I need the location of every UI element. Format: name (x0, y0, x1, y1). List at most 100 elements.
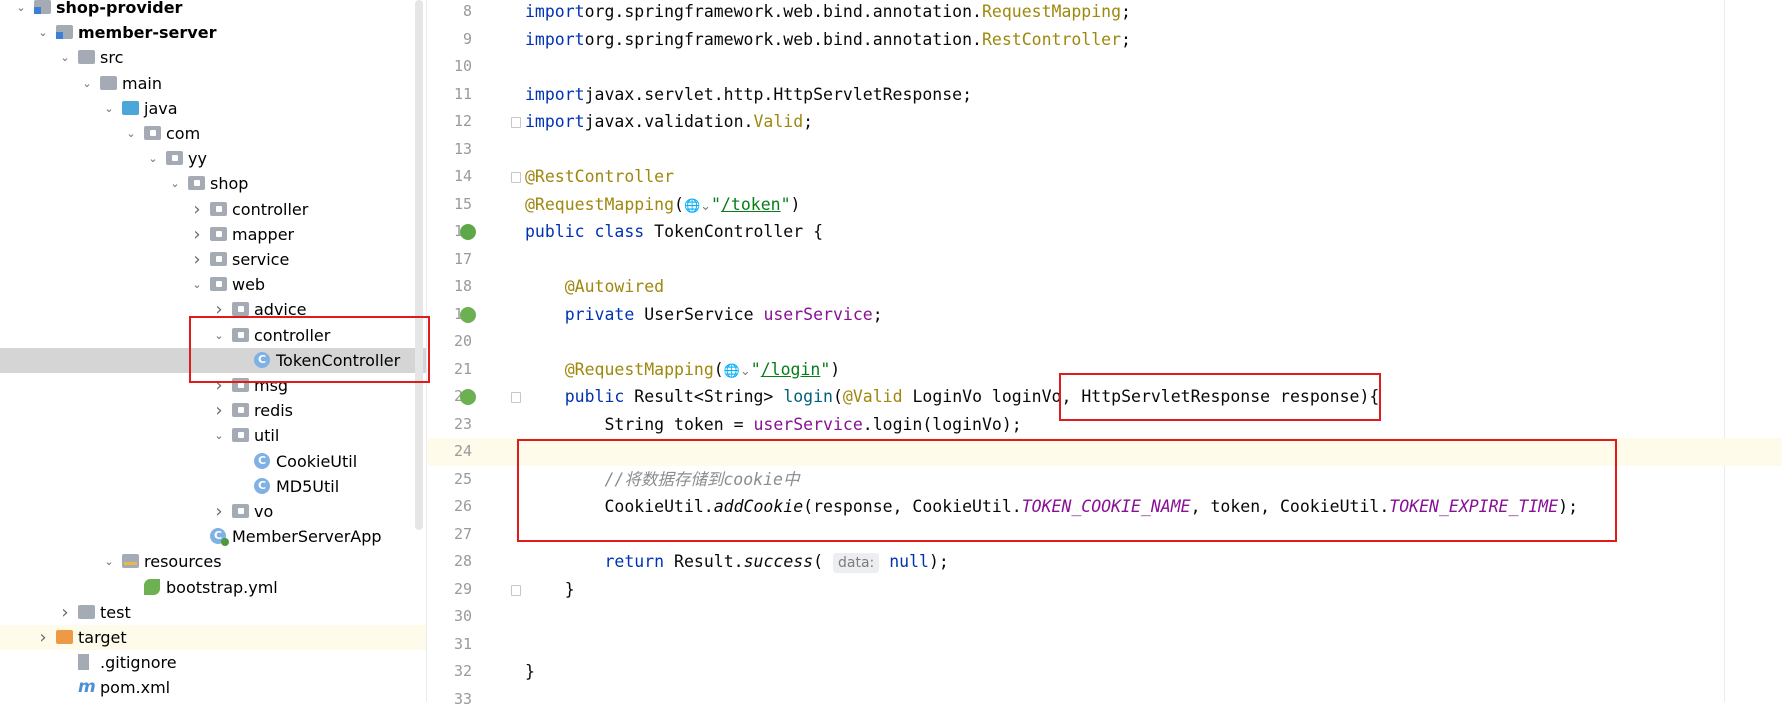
tree-item-label: com (166, 121, 200, 146)
tree-item-controller[interactable]: ›controller (0, 197, 426, 222)
code-line[interactable]: 8importorg.springframework.web.bind.anno… (427, 0, 1782, 26)
code-line[interactable]: 16public class TokenController { (427, 218, 1782, 246)
fold-marker-icon[interactable] (511, 585, 521, 596)
code-line[interactable]: 18 @Autowired (427, 273, 1782, 301)
code-token: userService (753, 415, 862, 434)
module-folder-icon (56, 25, 73, 39)
code-line[interactable]: 14@RestController (427, 163, 1782, 191)
line-number: 28 (427, 548, 472, 576)
tree-item-cookieutil[interactable]: CCookieUtil (0, 449, 426, 474)
code-line[interactable]: 10 (427, 53, 1782, 81)
tree-item-vo[interactable]: ›vo (0, 499, 426, 524)
chevron-down-icon[interactable]: ⌄ (146, 146, 160, 171)
code-line[interactable]: 13 (427, 136, 1782, 164)
code-line[interactable]: 9importorg.springframework.web.bind.anno… (427, 26, 1782, 54)
code-line[interactable]: 29 } (427, 576, 1782, 604)
code-line[interactable]: 30 (427, 603, 1782, 631)
code-token: " (781, 195, 791, 214)
chevron-down-icon[interactable]: ⌄ (190, 272, 204, 297)
code-token: } (525, 580, 575, 599)
code-token: import (525, 112, 585, 131)
package-icon (166, 151, 183, 165)
tree-item-memberserverapp[interactable]: CMemberServerApp (0, 524, 426, 549)
code-line[interactable]: 15 @RequestMapping(🌐⌄"/token") (427, 191, 1782, 219)
tree-item-resources[interactable]: ⌄resources (0, 549, 426, 574)
package-icon (210, 277, 227, 291)
chevron-right-icon[interactable]: › (212, 398, 226, 423)
chevron-down-icon[interactable]: ⌄ (212, 423, 226, 448)
code-text[interactable]: importjavax.servlet.http.HttpServletResp… (525, 81, 972, 109)
chevron-right-icon[interactable]: › (212, 499, 226, 524)
tree-item-shop-provider[interactable]: ⌄shop-provider (0, 0, 426, 20)
chevron-down-icon[interactable]: ⌄ (36, 20, 50, 45)
tree-item-gitignore[interactable]: .gitignore (0, 650, 426, 675)
chevron-right-icon[interactable]: › (58, 600, 72, 625)
code-text[interactable]: private UserService userService; (525, 301, 883, 329)
line-number: 15 (427, 191, 472, 219)
chevron-down-icon[interactable]: ⌄ (124, 121, 138, 146)
code-text[interactable]: public class TokenController { (525, 218, 823, 246)
code-text[interactable]: importjavax.validation.Valid; (525, 108, 813, 136)
code-text[interactable]: String token = userService.login(loginVo… (525, 411, 1022, 439)
code-text[interactable]: @Autowired (525, 273, 664, 301)
tree-item-test[interactable]: ›test (0, 600, 426, 625)
code-text[interactable]: } (525, 658, 535, 686)
tree-item-md5util[interactable]: CMD5Util (0, 474, 426, 499)
code-line[interactable]: 19 private UserService userService; (427, 301, 1782, 329)
tree-item-com[interactable]: ⌄ com (0, 121, 426, 146)
autowired-icon[interactable] (460, 307, 476, 323)
chevron-down-icon[interactable]: ⌄ (58, 45, 72, 70)
tree-item-member-server[interactable]: ⌄member-server (0, 20, 426, 45)
code-token (525, 360, 565, 379)
code-line[interactable]: 11importjavax.servlet.http.HttpServletRe… (427, 81, 1782, 109)
fold-marker-icon[interactable] (511, 172, 521, 183)
tree-item-redis[interactable]: ›redis (0, 398, 426, 423)
code-line[interactable]: 12importjavax.validation.Valid; (427, 108, 1782, 136)
code-text[interactable]: @RequestMapping(🌐⌄"/login") (525, 356, 840, 386)
chevron-down-icon[interactable]: ⌄ (102, 96, 116, 121)
fold-marker-icon[interactable] (511, 117, 521, 128)
package-icon (210, 227, 227, 241)
chevron-right-icon[interactable]: › (190, 197, 204, 222)
request-mapping-icon[interactable] (460, 389, 476, 405)
code-line[interactable]: 33 (427, 686, 1782, 713)
code-line[interactable]: 32} (427, 658, 1782, 686)
code-text[interactable]: importorg.springframework.web.bind.annot… (525, 26, 1131, 54)
code-text[interactable]: importorg.springframework.web.bind.annot… (525, 0, 1131, 26)
tree-scrollbar[interactable] (415, 0, 423, 530)
chevron-down-icon[interactable]: ⌄ (80, 71, 94, 96)
code-text[interactable]: @RestController (525, 163, 674, 191)
chevron-right-icon[interactable]: › (190, 247, 204, 272)
tree-item-label: src (100, 45, 123, 70)
chevron-right-icon[interactable]: › (36, 625, 50, 650)
code-text[interactable]: @RequestMapping(🌐⌄"/token") (525, 191, 800, 221)
tree-item-src[interactable]: ⌄ src (0, 45, 426, 70)
code-line[interactable]: 20 (427, 328, 1782, 356)
code-text[interactable]: } (525, 576, 575, 604)
bean-icon[interactable] (460, 224, 476, 240)
code-line[interactable]: 17 (427, 246, 1782, 274)
code-line[interactable]: 31 (427, 631, 1782, 659)
tree-item-service[interactable]: ›service (0, 247, 426, 272)
tree-item-target[interactable]: ›target (0, 625, 426, 650)
tree-item-pom-xml[interactable]: mpom.xml (0, 675, 426, 700)
chevron-right-icon[interactable]: › (190, 222, 204, 247)
code-line[interactable]: 28 return Result.success( data: null); (427, 548, 1782, 576)
chevron-down-icon[interactable]: ⌄ (14, 0, 28, 20)
code-editor[interactable]: 8importorg.springframework.web.bind.anno… (427, 0, 1782, 702)
tree-item-yy[interactable]: ⌄yy (0, 146, 426, 171)
tree-item-bootstrap-yml[interactable]: bootstrap.yml (0, 575, 426, 600)
code-token: /login (761, 360, 821, 379)
tree-item-main[interactable]: ⌄main (0, 71, 426, 96)
code-text[interactable]: return Result.success( data: null); (525, 548, 949, 576)
tree-item-label: bootstrap.yml (166, 575, 278, 600)
tree-item-shop[interactable]: ⌄shop (0, 171, 426, 196)
tree-item-web[interactable]: ⌄web (0, 272, 426, 297)
yaml-icon (144, 579, 160, 595)
tree-item-java[interactable]: ⌄java (0, 96, 426, 121)
chevron-down-icon[interactable]: ⌄ (102, 549, 116, 574)
fold-marker-icon[interactable] (511, 392, 521, 403)
chevron-down-icon[interactable]: ⌄ (168, 171, 182, 196)
tree-item-util[interactable]: ⌄util (0, 423, 426, 448)
tree-item-mapper[interactable]: ›mapper (0, 222, 426, 247)
